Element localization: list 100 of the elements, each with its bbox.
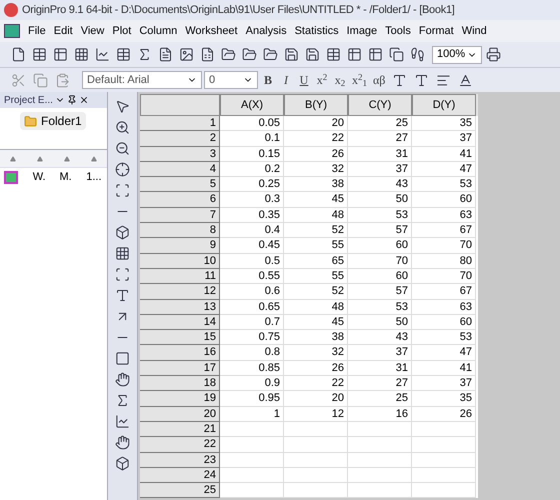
- window-title: OriginPro 9.1 64-bit - D:\Documents\OriginLab\91\User Files\UNTITLED * - /Folder1/ - [Book1]: [22, 2, 455, 18]
- table-cell: 0.55: [220, 268, 284, 284]
- row-header[interactable]: 15: [140, 330, 220, 346]
- column-header[interactable]: C(Y): [348, 94, 412, 116]
- table-cell: [412, 468, 476, 484]
- sort-icon[interactable]: [10, 156, 16, 162]
- row-header[interactable]: 25: [140, 483, 220, 498]
- table-cell: 25: [348, 391, 412, 407]
- row-header[interactable]: 6: [140, 192, 220, 208]
- table-cell: 55: [284, 238, 348, 254]
- menu-item[interactable]: Tools: [385, 22, 411, 40]
- row-header[interactable]: 19: [140, 391, 220, 407]
- row-header[interactable]: 9: [140, 238, 220, 254]
- sort-icon[interactable]: [64, 156, 70, 162]
- table-cell: 55: [284, 268, 348, 284]
- column-header[interactable]: D(Y): [412, 94, 476, 116]
- table-cell: [220, 422, 284, 438]
- table-cell: [348, 452, 412, 468]
- zoom-dropdown[interactable]: 100%: [432, 46, 482, 64]
- table-cell: 52: [284, 284, 348, 300]
- table-cell: 45: [284, 314, 348, 330]
- menu-item[interactable]: Format: [418, 22, 454, 40]
- menu-item[interactable]: Analysis: [246, 22, 287, 40]
- font-dropdown[interactable]: Default: Arial: [82, 71, 202, 89]
- row-header[interactable]: 4: [140, 162, 220, 178]
- menu-item[interactable]: Image: [346, 22, 378, 40]
- table-cell: 0.7: [220, 314, 284, 330]
- menu-item[interactable]: Worksheet: [185, 22, 238, 40]
- table-cell: [220, 437, 284, 453]
- list-item[interactable]: W. M. 1...: [0, 168, 107, 186]
- row-header[interactable]: 22: [140, 437, 220, 453]
- table-cell: [412, 483, 476, 498]
- table-cell: 57: [348, 223, 412, 238]
- table-cell: 0.6: [220, 284, 284, 300]
- menu-item[interactable]: Plot: [112, 22, 132, 40]
- format-button[interactable]: x$_{2}$: [332, 71, 348, 89]
- row-header[interactable]: 7: [140, 208, 220, 224]
- table-cell: 1: [220, 406, 284, 422]
- format-button[interactable]: U: [296, 71, 312, 89]
- row-header[interactable]: 16: [140, 345, 220, 361]
- table-cell: [284, 483, 348, 498]
- table-cell: 63: [412, 300, 476, 315]
- pin-icon[interactable]: [66, 95, 77, 105]
- folder-item[interactable]: Folder1: [20, 112, 86, 130]
- table-cell: [412, 452, 476, 468]
- sort-icon[interactable]: [90, 156, 97, 162]
- table-cell: 53: [348, 300, 412, 315]
- table-cell: 60: [348, 238, 412, 254]
- row-header[interactable]: 18: [140, 376, 220, 392]
- sort-icon[interactable]: [37, 156, 44, 162]
- table-cell: 37: [348, 162, 412, 178]
- table-cell: 27: [348, 376, 412, 392]
- table-cell: 20: [284, 391, 348, 407]
- corner-cell[interactable]: [140, 94, 220, 116]
- table-cell: [284, 468, 348, 484]
- table-cell: 32: [284, 162, 348, 178]
- row-header[interactable]: 3: [140, 146, 220, 162]
- table-cell: 27: [348, 131, 412, 147]
- row-header[interactable]: 13: [140, 300, 220, 315]
- row-header[interactable]: 24: [140, 468, 220, 484]
- row-header[interactable]: 23: [140, 452, 220, 468]
- format-button[interactable]: αβ: [371, 71, 388, 89]
- format-button[interactable]: I: [278, 71, 294, 89]
- table-cell: 70: [412, 238, 476, 254]
- row-header[interactable]: 21: [140, 422, 220, 438]
- column-header[interactable]: B(Y): [284, 94, 348, 116]
- menu-item[interactable]: File: [28, 22, 46, 40]
- size-dropdown[interactable]: 0: [204, 71, 258, 89]
- table-cell: [284, 437, 348, 453]
- table-cell: 50: [348, 192, 412, 208]
- table-cell: 53: [412, 177, 476, 192]
- row-header[interactable]: 11: [140, 268, 220, 284]
- menu-item[interactable]: Edit: [54, 22, 73, 40]
- row-header[interactable]: 17: [140, 360, 220, 376]
- format-button[interactable]: x$^{2}$: [314, 71, 330, 89]
- table-cell: 25: [348, 116, 412, 132]
- table-cell: 22: [284, 376, 348, 392]
- table-cell: [284, 452, 348, 468]
- format-button[interactable]: B: [260, 71, 276, 89]
- row-header[interactable]: 10: [140, 254, 220, 269]
- table-cell: 50: [348, 314, 412, 330]
- menu-item[interactable]: Wind: [462, 22, 487, 40]
- menu-item[interactable]: Column: [139, 22, 178, 40]
- row-header[interactable]: 1: [140, 116, 220, 132]
- table-cell: [220, 483, 284, 498]
- row-header[interactable]: 8: [140, 223, 220, 238]
- table-cell: 63: [412, 208, 476, 224]
- row-header[interactable]: 20: [140, 406, 220, 422]
- table-cell: 48: [284, 300, 348, 315]
- menu-item[interactable]: Statistics: [294, 22, 339, 40]
- row-header[interactable]: 2: [140, 131, 220, 147]
- row-header[interactable]: 12: [140, 284, 220, 300]
- column-header[interactable]: A(X): [220, 94, 284, 116]
- menu-item[interactable]: View: [80, 22, 104, 40]
- close-icon[interactable]: [78, 95, 89, 105]
- row-header[interactable]: 14: [140, 314, 220, 330]
- table-cell: 80: [412, 254, 476, 269]
- row-header[interactable]: 5: [140, 177, 220, 192]
- table-cell: 45: [284, 192, 348, 208]
- table-cell: 0.3: [220, 192, 284, 208]
